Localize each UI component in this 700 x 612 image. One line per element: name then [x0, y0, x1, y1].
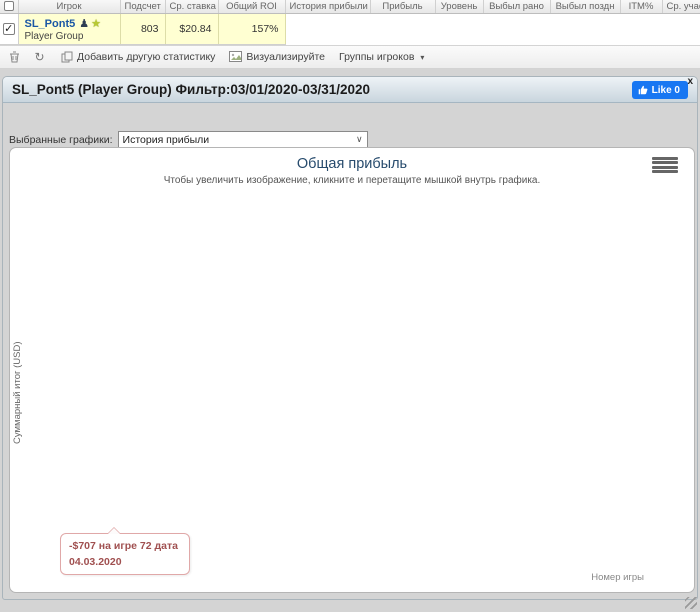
column-header-6[interactable]: Уровень [435, 0, 484, 14]
panel-title: SL_Pont5 (Player Group) Фильтр:03/01/202… [12, 82, 371, 97]
column-header-4[interactable]: История прибыли [285, 0, 371, 14]
player-checkbox[interactable]: ✓ [2, 23, 15, 36]
panel-header: SL_Pont5 (Player Group) Фильтр:03/01/202… [3, 76, 697, 103]
select-all-header[interactable] [0, 0, 19, 14]
chart-container[interactable]: Общая прибыль Чтобы увеличить изображени… [9, 147, 695, 593]
player-cell: SL_Pont5 ♟ ★ Player Group [18, 13, 121, 45]
select-chevron-icon: ∨ [355, 134, 363, 144]
delete-icon[interactable] [8, 51, 21, 64]
column-header-5[interactable]: Прибыль [370, 0, 436, 14]
column-header-0[interactable]: Игрок [18, 0, 121, 14]
player-checkbox-cell[interactable]: ✓ [0, 13, 19, 45]
column-header-3[interactable]: Общий ROI [218, 0, 286, 14]
copy-icon [60, 51, 73, 64]
visualize-button[interactable]: Визуализируйте [229, 50, 325, 64]
select-all-checkbox[interactable] [4, 1, 14, 12]
thumb-up-icon [638, 85, 648, 95]
tooltip: -$707 на игре 72 дата 04.03.2020 [60, 527, 190, 575]
dropdown-arrow-icon: ▾ [420, 52, 425, 62]
selected-charts-label: Выбранные графики: [9, 133, 113, 146]
player-link[interactable]: SL_Pont5 [25, 18, 76, 30]
stat-cell-2: 157% [218, 13, 286, 45]
column-header-1[interactable]: Подсчет [120, 0, 166, 14]
column-header-7[interactable]: Выбыл рано [483, 0, 551, 14]
player-groups-dropdown[interactable]: Группы игроков ▾ [339, 51, 424, 63]
tooltip-line2: 04.03.2020 [69, 555, 122, 568]
refresh-icon[interactable]: ↻ [33, 50, 46, 64]
tooltip-line1: -$707 на игре 72 дата [69, 540, 178, 552]
table-header-row: Игрок Подсчет Ср. ставка Общий ROI История п… [0, 0, 700, 14]
column-header-10[interactable]: Ср. участники [662, 0, 700, 14]
column-header-9[interactable]: ITM% [620, 0, 663, 14]
toolbar: ↻ Добавить другую статистику Визуализиру… [0, 46, 700, 69]
player-subtitle: Player Group [24, 30, 84, 42]
selected-charts-row: Выбранные графики: История прибыли ∨ [9, 131, 368, 148]
player-type-icon: ♟ [79, 17, 90, 30]
close-icon[interactable]: x [687, 76, 693, 87]
add-statistic-button[interactable]: Добавить другую статистику [60, 51, 215, 64]
stat-cell-1: $20.84 [165, 13, 219, 45]
x-axis-title: Номер игры [591, 572, 644, 583]
player-panel: SL_Pont5 (Player Group) Фильтр:03/01/202… [2, 76, 698, 609]
star-badge-icon: ★ [91, 17, 101, 30]
stats-table: Игрок Подсчет Ср. ставка Общий ROI История п… [0, 0, 700, 45]
selected-charts-select[interactable]: История прибыли ∨ [117, 131, 368, 148]
resize-handle-icon[interactable] [685, 597, 697, 609]
column-header-8[interactable]: Выбыл поздн [550, 0, 621, 14]
table-row: ✓ SL_Pont5 ♟ ★ Player Group 803 $20.84 157% [0, 13, 700, 45]
stat-cell-0: 803 [120, 13, 166, 45]
image-icon [229, 50, 243, 64]
column-header-2[interactable]: Ср. ставка [165, 0, 219, 14]
like-button[interactable]: Like 0 [631, 81, 688, 99]
